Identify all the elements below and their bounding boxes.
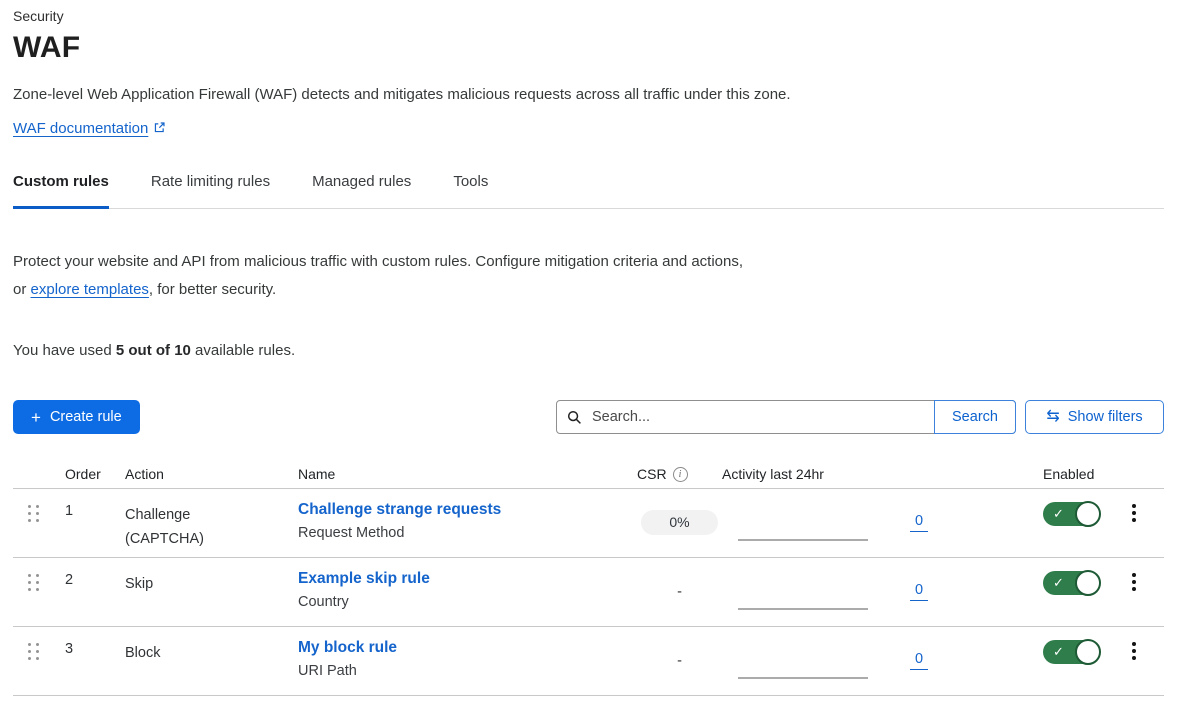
rule-order: 3	[65, 627, 125, 695]
check-icon: ✓	[1053, 506, 1064, 522]
usage-count: 5 out of 10	[116, 342, 191, 359]
search-icon	[567, 410, 582, 425]
kebab-menu-button[interactable]	[1124, 502, 1144, 524]
toggle-knob	[1075, 570, 1101, 596]
activity-count-link[interactable]: 0	[910, 651, 928, 670]
header-action: Action	[125, 466, 298, 482]
rule-order: 2	[65, 558, 125, 626]
table-row: 2 Skip Example skip rule Country - 0 ✓	[13, 558, 1164, 627]
usage-after: available rules.	[191, 342, 295, 359]
intro-text: Protect your website and API from malici…	[13, 248, 758, 304]
activity-sparkline	[738, 539, 868, 541]
header-enabled: Enabled	[938, 466, 1124, 482]
activity-count-link[interactable]: 0	[910, 513, 928, 532]
activity-sparkline	[738, 677, 868, 679]
kebab-menu-button[interactable]	[1124, 571, 1144, 593]
header-order: Order	[65, 466, 125, 482]
rule-field: Country	[298, 593, 637, 611]
enabled-toggle[interactable]: ✓	[1043, 502, 1099, 526]
csr-badge: 0%	[641, 510, 717, 535]
create-rule-label: Create rule	[50, 409, 122, 425]
toggle-knob	[1075, 639, 1101, 665]
search-button[interactable]: Search	[934, 400, 1016, 434]
search-input[interactable]	[590, 408, 934, 426]
toolbar: + Create rule Search ⇆ Show filters	[13, 400, 1164, 434]
header-activity: Activity last 24hr	[722, 466, 938, 482]
rule-name-link[interactable]: Example skip rule	[298, 569, 430, 589]
table-row: 1 Challenge (CAPTCHA) Challenge strange …	[13, 489, 1164, 558]
rule-name-link[interactable]: My block rule	[298, 638, 397, 658]
enabled-toggle[interactable]: ✓	[1043, 571, 1099, 595]
plus-icon: +	[31, 409, 41, 426]
external-link-icon	[153, 120, 166, 140]
swap-arrows-icon: ⇆	[1046, 409, 1059, 425]
intro-after: , for better security.	[149, 281, 276, 298]
page-title: WAF	[13, 28, 1164, 68]
rule-order: 1	[65, 489, 125, 557]
check-icon: ✓	[1053, 575, 1064, 591]
activity-sparkline	[738, 608, 868, 610]
drag-handle-icon[interactable]	[28, 574, 39, 591]
csr-value: -	[677, 584, 682, 600]
header-csr: CSR	[637, 466, 667, 482]
kebab-menu-button[interactable]	[1124, 640, 1144, 662]
explore-templates-link[interactable]: explore templates	[31, 281, 149, 298]
show-filters-button[interactable]: ⇆ Show filters	[1025, 400, 1164, 434]
rule-field: URI Path	[298, 662, 637, 680]
tab-custom-rules[interactable]: Custom rules	[13, 171, 109, 209]
rule-action: Skip	[125, 558, 298, 626]
tab-bar: Custom rules Rate limiting rules Managed…	[13, 171, 1164, 209]
table-row: 3 Block My block rule URI Path - 0 ✓	[13, 627, 1164, 696]
check-icon: ✓	[1053, 644, 1064, 660]
drag-handle-icon[interactable]	[28, 643, 39, 660]
search-group: Search	[556, 400, 1016, 434]
show-filters-label: Show filters	[1068, 409, 1143, 425]
tab-rate-limiting-rules[interactable]: Rate limiting rules	[151, 171, 270, 209]
breadcrumb: Security	[13, 6, 1164, 26]
activity-count-link[interactable]: 0	[910, 582, 928, 601]
info-icon[interactable]: i	[673, 467, 688, 482]
drag-handle-icon[interactable]	[28, 505, 39, 522]
enabled-toggle[interactable]: ✓	[1043, 640, 1099, 664]
waf-documentation-link[interactable]: WAF documentation	[13, 120, 148, 137]
tab-tools[interactable]: Tools	[453, 171, 488, 209]
tab-managed-rules[interactable]: Managed rules	[312, 171, 411, 209]
rule-field: Request Method	[298, 524, 637, 542]
csr-value: -	[677, 653, 682, 669]
rule-name-link[interactable]: Challenge strange requests	[298, 500, 501, 520]
create-rule-button[interactable]: + Create rule	[13, 400, 140, 434]
page-description: Zone-level Web Application Firewall (WAF…	[13, 84, 1164, 106]
table-header: Order Action Name CSR i Activity last 24…	[13, 460, 1164, 489]
waf-page: Security WAF Zone-level Web Application …	[0, 0, 1177, 696]
rule-action: Block	[125, 627, 298, 695]
toggle-knob	[1075, 501, 1101, 527]
header-name: Name	[298, 466, 637, 482]
usage-text: You have used 5 out of 10 available rule…	[13, 341, 1164, 361]
rule-action: Challenge (CAPTCHA)	[125, 489, 298, 557]
usage-before: You have used	[13, 342, 116, 359]
